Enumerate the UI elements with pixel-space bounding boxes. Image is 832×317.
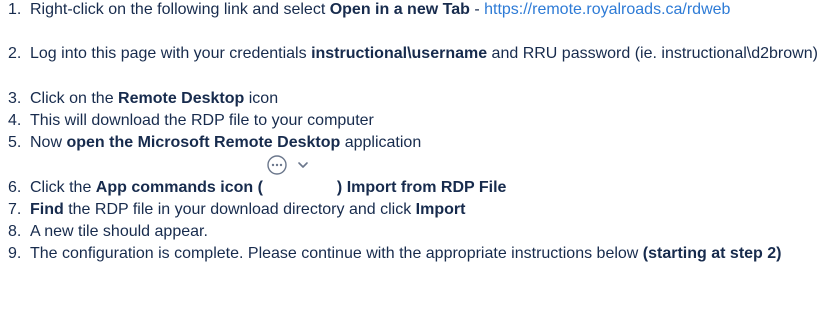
step-text: Right-click on the following link and se…	[30, 1, 731, 18]
step-number: 7.	[8, 201, 22, 218]
step-text: Click the App commands icon ( ) Import f…	[30, 155, 507, 198]
step-1: 1. Right-click on the following link and…	[0, 0, 820, 20]
icon-slot	[263, 155, 337, 198]
bold-text: App commands icon (	[95, 179, 263, 196]
instruction-steps: 1. Right-click on the following link and…	[0, 0, 832, 317]
step-number: 6.	[8, 179, 22, 196]
step-2: 2. Log into this page with your credenti…	[0, 44, 820, 64]
step-3: 3. Click on the Remote Desktop icon	[0, 89, 820, 109]
step-7: 7. Find the RDP file in your download di…	[0, 200, 820, 220]
remote-desktop-link[interactable]: https://remote.royalroads.ca/rdweb	[484, 1, 730, 18]
bold-text: open the Microsoft Remote Desktop	[66, 134, 341, 151]
step-8: 8. A new tile should appear.	[0, 222, 820, 242]
app-commands-ellipsis-icon	[267, 155, 308, 175]
bold-text: Remote Desktop	[118, 90, 245, 107]
step-text: Find the RDP file in your download direc…	[30, 201, 466, 218]
step-6: 6. Click the App commands icon ( ) Impor…	[0, 155, 820, 198]
step-number: 1.	[8, 1, 22, 18]
bold-text: Open in a new Tab	[329, 1, 470, 18]
step-number: 8.	[8, 223, 22, 240]
step-4: 4. This will download the RDP file to yo…	[0, 111, 820, 131]
step-text: This will download the RDP file to your …	[30, 112, 374, 129]
bold-text: Import	[415, 201, 466, 218]
step-text: The configuration is complete. Please co…	[30, 245, 782, 262]
step-9: 9. The configuration is complete. Please…	[0, 244, 820, 264]
step-number: 9.	[8, 245, 22, 262]
step-number: 3.	[8, 90, 22, 107]
step-text: Log into this page with your credentials…	[30, 45, 818, 62]
bold-text: Find	[30, 201, 64, 218]
bold-text: ) Import from RDP File	[336, 179, 507, 196]
step-text: Click on the Remote Desktop icon	[30, 90, 279, 107]
step-number: 2.	[8, 45, 22, 62]
bold-text: instructional\username	[311, 45, 488, 62]
step-text: Now open the Microsoft Remote Desktop ap…	[30, 134, 422, 151]
step-5: 5. Now open the Microsoft Remote Desktop…	[0, 133, 820, 153]
step-text: A new tile should appear.	[30, 223, 208, 240]
step-number: 5.	[8, 134, 22, 151]
step-number: 4.	[8, 112, 22, 129]
bold-text: (starting at step 2)	[642, 245, 782, 262]
